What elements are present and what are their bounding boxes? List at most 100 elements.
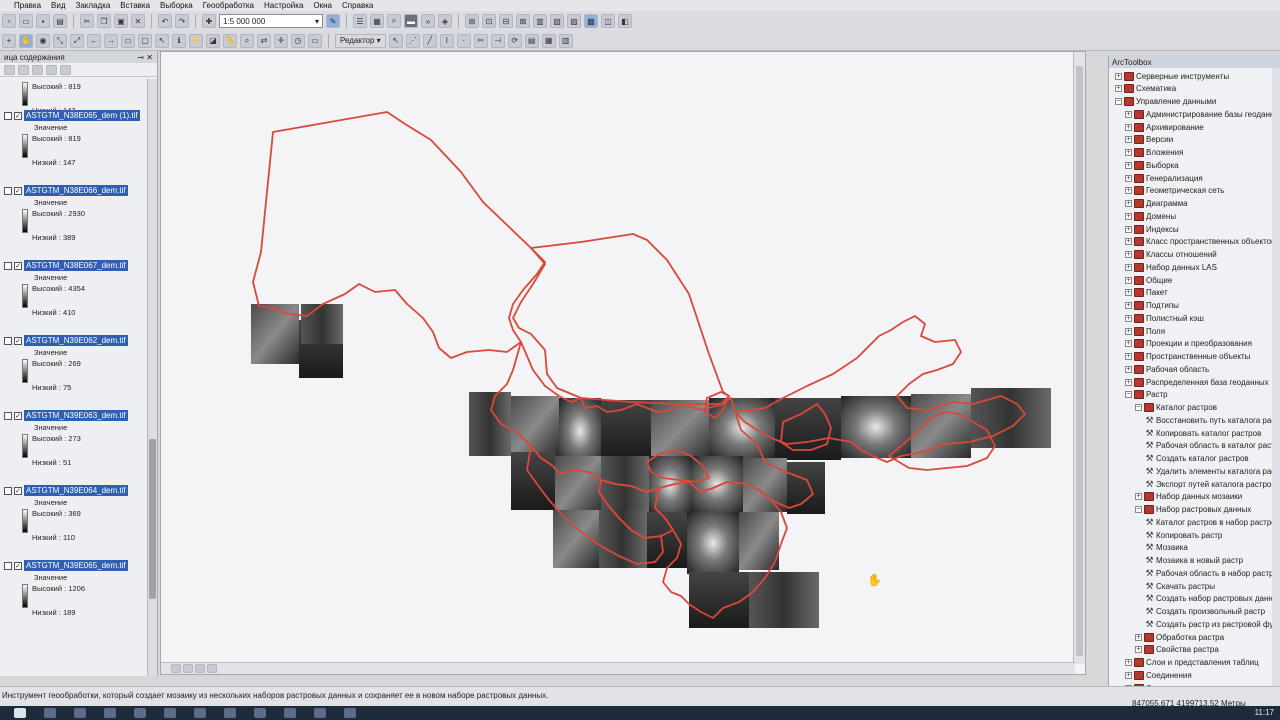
toolset-item[interactable]: + Набор данных LAS	[1125, 261, 1217, 273]
toolset-item[interactable]: − Растр	[1125, 389, 1168, 401]
toolbox-tool-item[interactable]: ⚒ Создать набор растровых данных	[1145, 593, 1280, 605]
modelbuilder-icon[interactable]: ◈	[438, 14, 452, 28]
layer-visibility-checkbox[interactable]: ✓	[14, 337, 22, 345]
layer-name[interactable]: ASTGTM_N39E062_dem.tif	[24, 335, 128, 346]
layout-tool-8-icon[interactable]: ▩	[584, 14, 598, 28]
select-elements-icon[interactable]: ↖	[155, 33, 169, 48]
print-icon[interactable]: ▤	[53, 14, 67, 28]
paste-icon[interactable]: ▣	[114, 14, 128, 28]
map-scale-dropdown[interactable]: 1:5 000 000 ▾	[219, 14, 323, 28]
app4-icon[interactable]	[344, 708, 356, 718]
tree-expand-toggle[interactable]: +	[1125, 378, 1132, 386]
arctoolbox-scrollbar[interactable]	[1272, 68, 1280, 686]
layout-view-icon[interactable]	[183, 664, 193, 673]
menu-item-4[interactable]: Выборка	[160, 1, 193, 10]
task-view-icon[interactable]	[74, 708, 86, 718]
layer-expand-toggle[interactable]	[4, 412, 12, 420]
toolset-item[interactable]: − Управление данными	[1115, 96, 1216, 108]
toolset-item[interactable]: + Администрирование базы геоданных	[1125, 108, 1280, 120]
layer-item[interactable]: ✓ ASTGTM_N38E067_dem.tif Значение Высокий :…	[0, 258, 148, 333]
toolbox-tool-item[interactable]: ⚒Рабочая область в набор растровых данны…	[1145, 567, 1280, 579]
toc-scrollbar[interactable]	[147, 79, 157, 676]
save-icon[interactable]: ▪	[36, 14, 50, 28]
tree-expand-toggle[interactable]: +	[1125, 353, 1132, 360]
layer-name[interactable]: ASTGTM_N39E063_dem.tif	[24, 410, 128, 421]
tree-expand-toggle[interactable]: +	[1125, 161, 1132, 169]
menu-item-7[interactable]: Окна	[313, 1, 332, 10]
find-route-icon[interactable]: ⇄	[257, 33, 271, 48]
tree-expand-toggle[interactable]: +	[1125, 136, 1132, 144]
catalog-icon[interactable]: ▦	[370, 14, 384, 28]
browser-icon[interactable]	[134, 708, 146, 718]
tree-expand-toggle[interactable]: +	[1125, 225, 1132, 233]
hyperlink-icon[interactable]: ⚡	[189, 33, 203, 48]
tree-expand-toggle[interactable]: +	[1125, 238, 1132, 246]
layout-tool-7-icon[interactable]: ▨	[567, 14, 581, 28]
map-vertical-scrollbar[interactable]	[1073, 52, 1085, 664]
app-icon[interactable]	[224, 708, 236, 718]
edit-vertices-icon[interactable]: ⋰	[405, 33, 420, 48]
toolbox-tool-item[interactable]: ⚒ Скачать растры	[1145, 580, 1215, 592]
tree-expand-toggle[interactable]: +	[1125, 365, 1132, 373]
fixed-zoom-in-icon[interactable]: ⤡	[53, 33, 67, 48]
layout-tool-2-icon[interactable]: ⊡	[482, 14, 496, 28]
toolset-item[interactable]: + Архивирование	[1125, 121, 1204, 133]
tree-expand-toggle[interactable]: −	[1135, 506, 1142, 513]
layout-tool-9-icon[interactable]: ◫	[601, 14, 615, 28]
tree-expand-toggle[interactable]: +	[1125, 110, 1132, 118]
layout-tool-5-icon[interactable]: ▥	[533, 14, 547, 28]
start-icon[interactable]	[14, 708, 26, 718]
tree-expand-toggle[interactable]: +	[1135, 633, 1142, 641]
toolset-item[interactable]: + Генерализация	[1125, 172, 1203, 184]
tree-expand-toggle[interactable]: −	[1125, 391, 1132, 399]
tree-expand-toggle[interactable]: +	[1125, 276, 1132, 284]
toolset-item[interactable]: + Схематика	[1115, 83, 1176, 95]
menu-item-8[interactable]: Справка	[342, 1, 373, 10]
map-vertical-scrollbar-thumb[interactable]	[1076, 66, 1083, 656]
layout-tool-4-icon[interactable]: ⊠	[516, 14, 530, 28]
cut-polygons-icon[interactable]: ✂	[473, 33, 488, 48]
toolset-item[interactable]: + Серверные инструменты	[1115, 70, 1229, 82]
menu-item-6[interactable]: Настройка	[264, 1, 303, 10]
toolset-item[interactable]: + Набор данных мозаики	[1135, 491, 1242, 503]
toc-options-icon[interactable]	[60, 64, 71, 75]
delete-icon[interactable]: ✕	[131, 14, 145, 28]
go-to-xy-icon[interactable]: ✛	[274, 33, 288, 48]
point-icon[interactable]: ·	[456, 33, 471, 48]
tree-expand-toggle[interactable]: +	[1115, 85, 1122, 93]
toolset-item[interactable]: + Обработка растра	[1135, 631, 1224, 643]
tree-expand-toggle[interactable]: +	[1125, 314, 1132, 322]
attributes-icon[interactable]: ▤	[524, 33, 539, 48]
photoshop-icon[interactable]	[194, 708, 206, 718]
list-by-drawing-order-icon[interactable]	[4, 64, 15, 75]
layer-visibility-checkbox[interactable]: ✓	[14, 487, 22, 495]
new-map-icon[interactable]: ▫	[2, 14, 16, 28]
redo-icon[interactable]: ↷	[175, 14, 189, 28]
editor-toolbar-icon[interactable]: ✎	[326, 14, 340, 28]
map-canvas[interactable]: ✋	[161, 52, 1075, 664]
python-icon[interactable]: »	[421, 14, 435, 28]
layout-tool-10-icon[interactable]: ◧	[618, 14, 632, 28]
layer-name[interactable]: ASTGTM_N38E067_dem.tif	[24, 260, 128, 271]
layer-visibility-checkbox[interactable]: ✓	[14, 112, 22, 120]
identify-icon[interactable]: ℹ	[172, 33, 186, 48]
layer-expand-toggle[interactable]	[4, 487, 12, 495]
menu-item-3[interactable]: Вставка	[120, 1, 150, 10]
toolbox-tool-item[interactable]: ⚒ Копировать растр	[1145, 529, 1222, 541]
refresh-icon[interactable]	[195, 664, 205, 673]
rotate-icon[interactable]: ⟳	[507, 33, 522, 48]
layer-name[interactable]: ASTGTM_N38E066_dem.tif	[24, 185, 128, 196]
layer-visibility-checkbox[interactable]: ✓	[14, 262, 22, 270]
store-icon[interactable]	[104, 708, 116, 718]
clear-selection-icon[interactable]: ▢	[138, 33, 152, 48]
tree-expand-toggle[interactable]: −	[1115, 98, 1122, 105]
html-popup-icon[interactable]: ◪	[206, 33, 220, 48]
zoom-in-icon[interactable]: +	[2, 33, 16, 48]
measure-icon[interactable]: 📏	[223, 33, 237, 48]
create-viewer-icon[interactable]: ▭	[308, 33, 322, 48]
layer-expand-toggle[interactable]	[4, 187, 12, 195]
toolset-item[interactable]: + Класс пространственных объектов	[1125, 236, 1275, 248]
layer-item[interactable]: ЗначениеВысокий : 819Низкий : 147	[0, 79, 148, 115]
layer-visibility-checkbox[interactable]: ✓	[14, 412, 22, 420]
tree-expand-toggle[interactable]: +	[1125, 212, 1132, 220]
